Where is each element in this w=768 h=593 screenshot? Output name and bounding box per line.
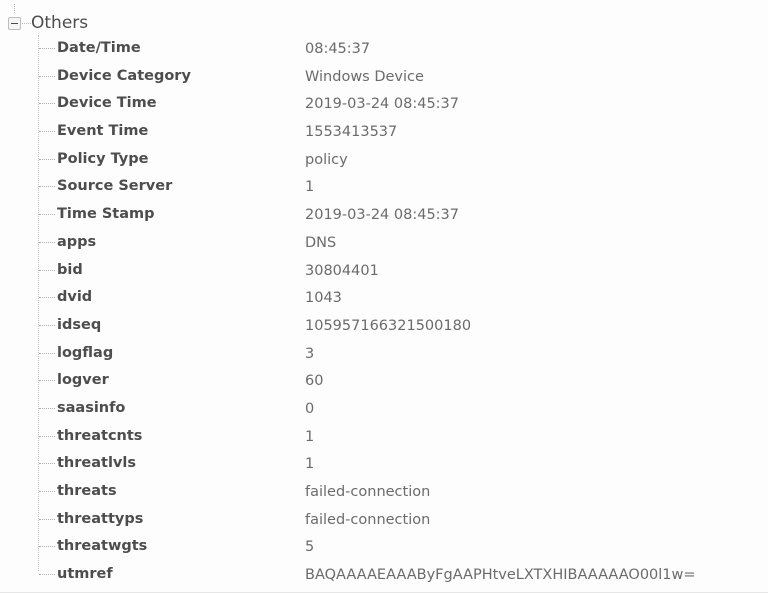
row-label: Source Server [57,178,173,195]
tree-row-time-stamp[interactable]: Time Stamp 2019-03-24 08:45:37 [0,201,768,229]
tree-line-horizontal [39,241,55,244]
tree-line-horizontal [39,186,55,188]
row-value: Windows Device [305,68,424,85]
tree-line-horizontal-root [22,23,31,25]
tree-row-logver[interactable]: logver 60 [0,367,768,395]
row-label: utmref [57,566,113,583]
row-value: 0 [305,400,315,417]
tree-row-policy-type[interactable]: Policy Type policy [0,146,768,174]
row-value: 3 [305,345,315,362]
tree-line-horizontal [39,518,55,521]
row-value: 5 [305,539,315,556]
row-value: failed-connection [305,484,431,500]
row-value: 1553413537 [305,124,398,141]
row-label: saasinfo [57,399,126,416]
row-value: 2019-03-24 08:45:37 [305,207,459,224]
tree-row-device-category[interactable]: Device Category Windows Device [0,63,768,91]
row-value: 1 [305,428,315,445]
tree-row-dvid[interactable]: dvid 1043 [0,284,768,312]
tree-line-vertical-top [14,4,16,13]
row-label: threats [57,483,117,499]
row-value: policy [305,151,348,168]
row-label: bid [57,261,83,278]
tree-line-horizontal [39,158,55,161]
row-label: Policy Type [57,150,149,167]
row-label: Device Category [57,67,191,84]
tree-line-horizontal [39,407,55,410]
tree-line-horizontal [39,324,55,327]
row-value: 08:45:37 [305,41,371,57]
tree-row-idseq[interactable]: idseq 105957166321500180 [0,312,768,340]
tree-line-horizontal-last [39,574,55,576]
tree-row-utmref[interactable]: utmref BAQAAAAEAAAByFgAAPHtveLXTXHIBAAAA… [0,561,768,589]
row-label: Time Stamp [57,206,155,223]
tree-root-label: Others [31,13,89,33]
row-label: threatlvls [57,455,136,472]
tree-line-horizontal [39,491,55,493]
row-value: 1 [305,456,315,473]
tree-line-horizontal [39,380,55,382]
tree-row-date-time[interactable]: Date/Time 08:45:37 [0,35,768,63]
tree-row-bid[interactable]: bid 30804401 [0,257,768,285]
row-value: BAQAAAAEAAAByFgAAPHtveLXTXHIBAAAAAO00l1w… [305,567,696,584]
tree-children-container: Date/Time 08:45:37 Device Category Windo… [0,35,768,589]
tree-line-horizontal [39,435,55,438]
tree-row-threatwgts[interactable]: threatwgts 5 [0,533,768,561]
tree-line-horizontal [39,75,55,78]
tree-line-horizontal [39,269,55,272]
row-label: Device Time [57,95,157,112]
row-value: 60 [305,373,324,390]
tree-row-threattyps[interactable]: threattyps failed-connection [0,506,768,534]
tree-line-horizontal [39,214,55,216]
row-value: 1 [305,179,315,196]
tree-line-horizontal [39,546,55,548]
collapse-minus-icon[interactable] [8,17,21,30]
tree-row-logflag[interactable]: logflag 3 [0,340,768,368]
row-label: logver [57,372,109,389]
row-label: threatcnts [57,427,143,444]
tree-line-horizontal [39,103,55,105]
row-value: 30804401 [305,262,379,279]
tree-line-horizontal [39,297,55,299]
row-value: 2019-03-24 08:45:37 [305,96,459,113]
tree-row-source-server[interactable]: Source Server 1 [0,173,768,201]
row-label: apps [57,233,97,250]
tree-row-threatcnts[interactable]: threatcnts 1 [0,423,768,451]
tree-row-saasinfo[interactable]: saasinfo 0 [0,395,768,423]
row-label: threatwgts [57,538,148,555]
tree-row-threats[interactable]: threats failed-connection [0,478,768,506]
row-value: DNS [305,234,337,251]
row-value: 105957166321500180 [305,317,472,334]
row-label: Event Time [57,123,149,140]
row-label: dvid [57,289,93,306]
row-label: threattyps [57,510,144,527]
row-label: logflag [57,344,114,361]
row-value: failed-connection [305,511,431,528]
tree-line-horizontal [39,463,55,465]
tree-line-horizontal [39,48,55,50]
tree-row-apps[interactable]: apps DNS [0,229,768,257]
others-details-tree-panel: Others Date/Time 08:45:37 Device Categor… [0,0,768,593]
tree-row-threatlvls[interactable]: threatlvls 1 [0,450,768,478]
tree-line-horizontal [39,352,55,355]
tree-row-event-time[interactable]: Event Time 1553413537 [0,118,768,146]
row-label: idseq [57,316,102,333]
tree-row-device-time[interactable]: Device Time 2019-03-24 08:45:37 [0,90,768,118]
row-label: Date/Time [57,40,141,56]
row-value: 1043 [305,290,342,307]
tree-line-horizontal [39,131,55,133]
